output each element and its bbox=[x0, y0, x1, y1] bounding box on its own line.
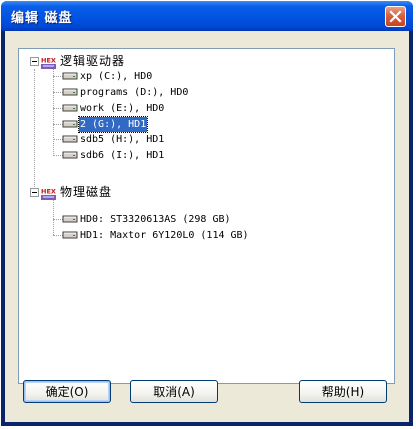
drive-icon bbox=[62, 135, 78, 143]
tree-item-drive-selected[interactable]: 2 (G:), HD1 bbox=[77, 116, 149, 133]
drive-icon bbox=[62, 151, 78, 159]
drive-icon bbox=[62, 104, 78, 112]
cancel-button[interactable]: 取消(A) bbox=[130, 380, 218, 403]
hex-disk-icon: HEX bbox=[41, 186, 56, 200]
drive-icon bbox=[62, 215, 78, 223]
help-button-label: 帮助(H) bbox=[321, 385, 365, 399]
tree-item-physical-disk[interactable]: HD0: ST3320613AS (298 GB) bbox=[79, 212, 232, 227]
tree-item-drive[interactable]: xp (C:), HD0 bbox=[79, 69, 153, 84]
tree-group-physical-disks[interactable]: 物理磁盘 bbox=[59, 185, 113, 200]
collapse-toggle[interactable] bbox=[30, 57, 39, 66]
dialog-body: HEX 逻辑驱动器 xp (C:), HD0 programs (D:), HD… bbox=[5, 31, 409, 422]
tree-item-drive[interactable]: work (E:), HD0 bbox=[79, 101, 165, 116]
ok-button-label: 确定(O) bbox=[45, 385, 89, 399]
drive-icon bbox=[62, 120, 78, 128]
drive-icon bbox=[62, 231, 78, 239]
close-button[interactable] bbox=[385, 6, 406, 27]
tree-item-drive[interactable]: programs (D:), HD0 bbox=[79, 85, 189, 100]
drive-icon bbox=[62, 72, 78, 80]
title-bar[interactable]: 编辑 磁盘 bbox=[1, 1, 413, 31]
disk-tree[interactable]: HEX 逻辑驱动器 xp (C:), HD0 programs (D:), HD… bbox=[18, 48, 395, 384]
tree-group-logical-drives[interactable]: 逻辑驱动器 bbox=[59, 54, 126, 69]
collapse-toggle[interactable] bbox=[30, 188, 39, 197]
svg-text:HEX: HEX bbox=[41, 188, 56, 196]
close-icon bbox=[389, 10, 402, 23]
dialog-window: 编辑 磁盘 HEX 逻辑驱动器 xp (C:), HD0 programs (D… bbox=[1, 1, 413, 426]
drive-icon bbox=[62, 88, 78, 96]
tree-item-drive[interactable]: sdb6 (I:), HD1 bbox=[79, 148, 165, 163]
ok-button[interactable]: 确定(O) bbox=[23, 380, 111, 403]
svg-text:HEX: HEX bbox=[41, 57, 56, 65]
tree-item-drive[interactable]: sdb5 (H:), HD1 bbox=[79, 132, 165, 147]
window-title: 编辑 磁盘 bbox=[11, 11, 73, 26]
help-button[interactable]: 帮助(H) bbox=[299, 380, 387, 403]
hex-disk-icon: HEX bbox=[41, 55, 56, 69]
tree-item-physical-disk[interactable]: HD1: Maxtor 6Y120L0 (114 GB) bbox=[79, 228, 250, 243]
cancel-button-label: 取消(A) bbox=[153, 385, 195, 399]
